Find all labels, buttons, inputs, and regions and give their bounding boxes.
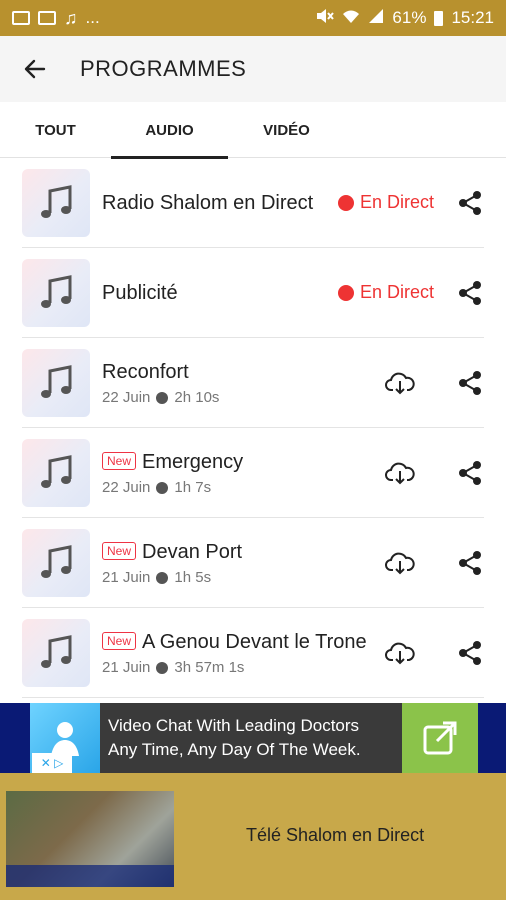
live-dot-icon	[337, 284, 354, 301]
music-notification-icon: ♫	[64, 7, 78, 28]
program-duration: 2h 10s	[174, 389, 220, 406]
music-note-icon	[41, 454, 72, 488]
program-list: Radio Shalom en Direct En Direct Publici…	[0, 158, 506, 703]
share-button[interactable]	[456, 639, 484, 667]
back-button[interactable]	[0, 36, 70, 102]
share-button[interactable]	[456, 549, 484, 577]
program-duration: 1h 5s	[174, 569, 212, 586]
app-bar: PROGRAMMES	[0, 36, 506, 102]
battery-icon	[434, 10, 444, 26]
video-thumbnail	[6, 791, 174, 887]
list-item[interactable]: New Devan Port 21 Juin 1h 5s	[22, 518, 484, 608]
share-icon	[459, 190, 481, 215]
share-icon	[459, 460, 481, 485]
share-icon	[459, 640, 481, 665]
clock: 15:21	[451, 8, 494, 27]
separator-dot	[156, 481, 169, 494]
music-note-icon	[41, 634, 72, 668]
wifi-icon	[342, 8, 360, 29]
new-badge: New	[102, 452, 137, 470]
back-arrow-icon	[24, 59, 46, 79]
program-date: 21 Juin	[102, 569, 151, 586]
program-thumbnail	[22, 348, 90, 417]
live-indicator: En Direct	[337, 192, 434, 213]
status-bar: ♫ ... 61% 15:21	[0, 0, 506, 36]
program-duration: 1h 7s	[174, 479, 212, 496]
share-button[interactable]	[456, 189, 484, 217]
program-thumbnail	[22, 528, 90, 597]
program-duration: 3h 57m 1s	[174, 659, 245, 676]
download-button[interactable]	[384, 547, 416, 579]
share-icon	[459, 550, 481, 575]
image-notification-icon	[12, 11, 30, 25]
new-badge: New	[102, 542, 137, 560]
download-button[interactable]	[384, 367, 416, 399]
live-label: En Direct	[359, 282, 434, 302]
program-date: 21 Juin	[102, 659, 151, 676]
share-button[interactable]	[456, 279, 484, 307]
list-item[interactable]: Radio Shalom en Direct En Direct	[22, 158, 484, 248]
cloud-download-icon	[385, 372, 415, 394]
program-title: Reconfort	[102, 361, 189, 383]
program-thumbnail	[22, 258, 90, 327]
ad-banner[interactable]: Video Chat With Leading Doctors Any Time…	[0, 703, 506, 773]
music-note-icon	[41, 544, 72, 578]
music-note-icon	[41, 184, 72, 218]
tab-video[interactable]: VIDÉO	[228, 102, 345, 158]
share-icon	[459, 280, 481, 305]
tab-tout[interactable]: TOUT	[0, 102, 111, 158]
live-dot-icon	[337, 194, 354, 211]
program-thumbnail	[22, 168, 90, 237]
program-title: Radio Shalom en Direct	[102, 191, 314, 214]
ad-line-1: Video Chat With Leading Doctors	[108, 716, 360, 735]
program-title: Publicité	[102, 281, 178, 304]
download-button[interactable]	[384, 457, 416, 489]
signal-icon	[368, 8, 384, 29]
new-badge: New	[102, 632, 137, 650]
program-date: 22 Juin	[102, 389, 151, 406]
list-item[interactable]: New A Genou Devant le Trone 21 Juin 3h 57…	[22, 608, 484, 698]
separator-dot	[156, 571, 169, 584]
battery-percentage: 61%	[392, 8, 427, 27]
player-title: Télé Shalom en Direct	[246, 825, 425, 845]
cloud-download-icon	[385, 642, 415, 664]
tab-audio[interactable]: AUDIO	[111, 102, 228, 159]
list-item[interactable]: Reconfort 22 Juin 2h 10s	[22, 338, 484, 428]
separator-dot	[156, 391, 169, 404]
tab-bar: TOUT AUDIO VIDÉO	[0, 102, 506, 159]
ad-line-2: Any Time, Any Day Of The Week.	[108, 740, 361, 759]
program-thumbnail	[22, 618, 90, 687]
share-button[interactable]	[456, 459, 484, 487]
separator-dot	[156, 661, 169, 674]
mail-notification-icon	[38, 11, 56, 25]
more-notifications: ...	[85, 8, 100, 27]
list-item[interactable]: Publicité En Direct	[22, 248, 484, 338]
cloud-download-icon	[385, 462, 415, 484]
mini-player[interactable]: Télé Shalom en Direct	[0, 773, 506, 900]
page-title: PROGRAMMES	[80, 56, 247, 81]
music-note-icon	[41, 274, 72, 308]
open-external-icon	[423, 721, 457, 755]
program-title: Devan Port	[142, 541, 243, 563]
download-button[interactable]	[384, 637, 416, 669]
share-button[interactable]	[456, 369, 484, 397]
cloud-download-icon	[385, 552, 415, 574]
share-icon	[459, 370, 481, 395]
music-note-icon	[41, 364, 72, 398]
ad-choices-icon[interactable]: ✕ ▷	[32, 753, 72, 773]
live-label: En Direct	[359, 192, 434, 212]
program-title: Emergency	[142, 451, 244, 473]
list-item[interactable]: New Emergency 22 Juin 1h 7s	[22, 428, 484, 518]
ad-open-button[interactable]	[402, 703, 478, 773]
ad-text: Video Chat With Leading Doctors Any Time…	[100, 714, 402, 762]
mute-icon	[316, 8, 335, 29]
live-indicator: En Direct	[337, 282, 434, 303]
program-title: A Genou Devant le Trone	[142, 631, 367, 653]
program-date: 22 Juin	[102, 479, 151, 496]
program-thumbnail	[22, 438, 90, 507]
